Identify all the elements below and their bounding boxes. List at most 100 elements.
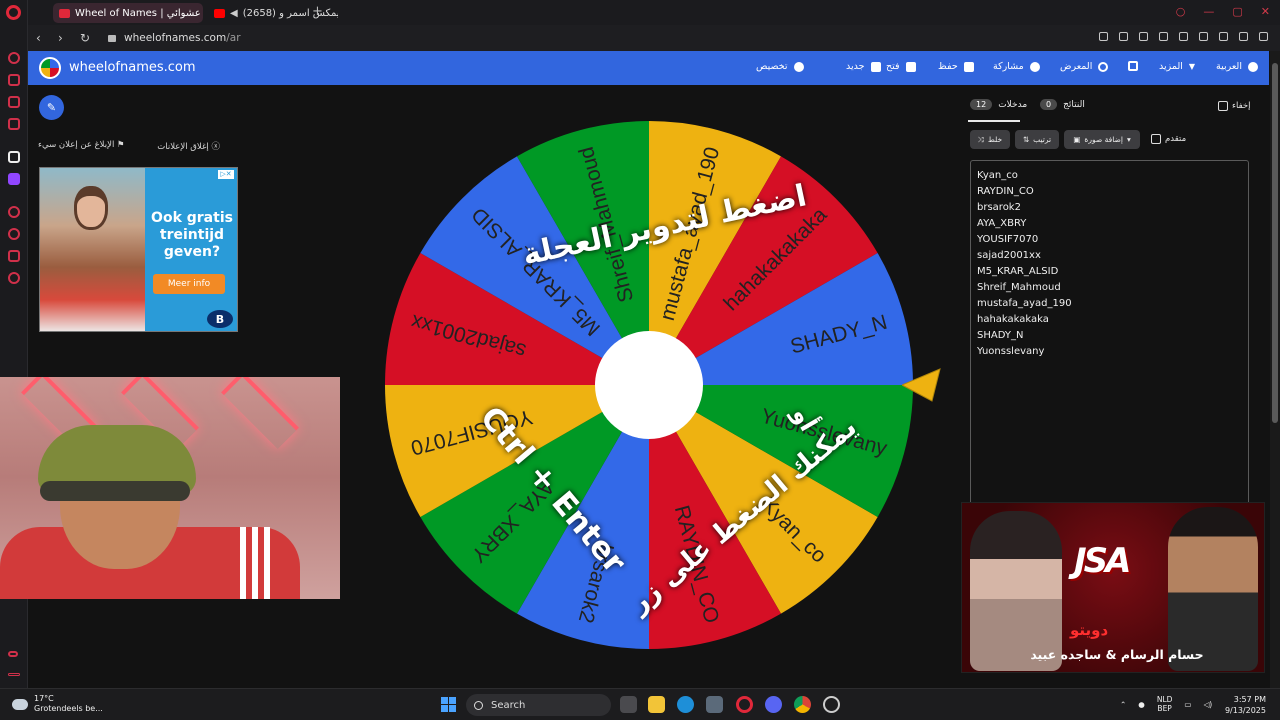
close-ads-link[interactable]: ⓧ إغلاق الإعلانات: [157, 140, 220, 152]
webcam-overlay: [0, 377, 340, 599]
wheel-center[interactable]: [595, 331, 703, 439]
entry-item[interactable]: hahakakakaka: [977, 312, 1242, 328]
store-icon[interactable]: [706, 696, 723, 713]
reload-icon[interactable]: ↻: [80, 31, 94, 45]
settings-icon[interactable]: [8, 272, 20, 284]
ad-info-icon[interactable]: ▷✕: [218, 170, 234, 179]
forward-icon[interactable]: ›: [58, 31, 72, 45]
file-explorer-icon[interactable]: [648, 696, 665, 713]
taskbar-search[interactable]: Search: [466, 694, 611, 716]
add-image-button[interactable]: ▾ إضافة صورة ▣: [1064, 130, 1140, 149]
start-button[interactable]: [441, 697, 456, 712]
tracker-icon[interactable]: [1139, 32, 1148, 41]
microphone-icon[interactable]: ●: [1138, 700, 1145, 709]
new-tab-button[interactable]: +: [312, 4, 323, 19]
entries-count-badge: 12: [970, 99, 993, 110]
entry-item[interactable]: brsarok2: [977, 200, 1242, 216]
entry-item[interactable]: SHADY_N: [977, 328, 1242, 344]
gallery-button[interactable]: المعرض: [1060, 61, 1109, 72]
tray-chevron-icon[interactable]: ⌃: [1120, 700, 1126, 709]
edit-button[interactable]: ✎: [39, 95, 64, 120]
messenger-icon[interactable]: [8, 96, 20, 108]
wheel[interactable]: Kyan_co RAYDIN_CO brsarok2 AYA_XBRY YOUSIF70…: [384, 120, 914, 650]
download-icon[interactable]: [1239, 32, 1248, 41]
share-button[interactable]: مشاركة: [993, 61, 1040, 72]
lock-icon[interactable]: [108, 34, 116, 42]
entry-item[interactable]: M5_KRAR_ALSID: [977, 264, 1242, 280]
maximize-icon[interactable]: ▢: [1232, 5, 1242, 18]
entry-item[interactable]: RAYDIN_CO: [977, 184, 1242, 200]
wheel-svg[interactable]: Kyan_coRAYDIN_CObrsarok2AYA_XBRYYOUSIF70…: [384, 120, 914, 650]
clock[interactable]: 3:57 PM 9/13/2025: [1225, 694, 1266, 716]
ad-more-info-button[interactable]: Meer info: [153, 274, 225, 294]
hide-checkbox[interactable]: [1218, 101, 1228, 111]
search-tabs-icon[interactable]: ○: [1176, 5, 1186, 18]
menu-icon[interactable]: [1259, 32, 1268, 41]
more-button[interactable]: ▼ المزيد: [1159, 61, 1195, 72]
task-view-icon[interactable]: [620, 696, 637, 713]
app-icon[interactable]: [823, 696, 840, 713]
opera-logo-icon[interactable]: [6, 5, 21, 20]
open-button[interactable]: فتح: [886, 61, 916, 72]
close-circle-icon: ⓧ: [208, 142, 220, 152]
player-icon[interactable]: [1159, 32, 1168, 41]
customize-button[interactable]: تخصيص: [756, 61, 804, 72]
edge-icon[interactable]: [677, 696, 694, 713]
gx-icon[interactable]: [8, 651, 18, 657]
url-field[interactable]: wheelofnames.com/ar: [108, 32, 241, 44]
minimize-icon[interactable]: —: [1203, 5, 1214, 18]
report-ad-link[interactable]: ⚑ الإبلاغ عن إعلان سيء: [38, 140, 125, 152]
entry-item[interactable]: Yuonsslevany: [977, 344, 1242, 360]
scrollbar-thumb[interactable]: [1272, 63, 1278, 423]
briefcase-icon[interactable]: [8, 74, 20, 86]
entry-item[interactable]: sajad2001xx: [977, 248, 1242, 264]
advanced-toggle[interactable]: متقدم: [1151, 134, 1186, 144]
discord-icon[interactable]: [765, 696, 782, 713]
speaker-icon[interactable]: ◀: [230, 8, 238, 19]
screenshot-icon[interactable]: [1119, 32, 1128, 41]
snapshot-icon[interactable]: [1099, 32, 1108, 41]
shuffle-button[interactable]: خلط ⤨: [970, 130, 1010, 149]
wallet-icon[interactable]: [1199, 32, 1208, 41]
network-icon[interactable]: ▭: [1184, 700, 1191, 709]
player-icon[interactable]: [8, 206, 20, 218]
back-icon[interactable]: ‹: [36, 31, 50, 45]
wheel-logo-icon[interactable]: [39, 57, 61, 79]
volume-icon[interactable]: ◁): [1204, 700, 1213, 709]
close-icon[interactable]: ✕: [1261, 5, 1270, 18]
profile-icon[interactable]: [1219, 32, 1228, 41]
entry-item[interactable]: Kyan_co: [977, 168, 1242, 184]
save-button[interactable]: حفظ: [938, 61, 974, 72]
entry-item[interactable]: AYA_XBRY: [977, 216, 1242, 232]
clock-icon[interactable]: [8, 228, 20, 240]
advanced-checkbox[interactable]: [1151, 134, 1161, 144]
cube-icon[interactable]: [8, 250, 20, 262]
ai-icon[interactable]: [8, 151, 20, 163]
site-name[interactable]: wheelofnames.com: [69, 60, 196, 75]
more-icon[interactable]: [8, 673, 20, 676]
input-language[interactable]: NLD BEP: [1157, 695, 1173, 713]
chrome-icon[interactable]: [794, 696, 811, 713]
history-icon[interactable]: [8, 52, 20, 64]
ad-banner[interactable]: Ook gratis treintijd geven? Meer info B …: [39, 167, 238, 332]
twitch-icon[interactable]: [8, 173, 20, 185]
hide-toggle[interactable]: إخفاء: [1218, 101, 1251, 111]
cloud-icon: [12, 698, 28, 710]
tab-entries[interactable]: مدخلات 12: [970, 99, 1027, 110]
heart-icon[interactable]: [1179, 32, 1188, 41]
opera-gx-icon[interactable]: [736, 696, 753, 713]
entry-item[interactable]: mustafa_ayad_190: [977, 296, 1242, 312]
tab-wheel-of-names[interactable]: Wheel of Names | عجلة عشوائي: [53, 3, 203, 23]
page-scrollbar[interactable]: [1270, 51, 1280, 688]
music-icon[interactable]: [8, 118, 20, 130]
new-button[interactable]: جديد: [846, 61, 881, 72]
search-icon: [1098, 61, 1109, 72]
results-tab-label: النتائج: [1063, 99, 1085, 110]
tab-results[interactable]: النتائج 0: [1040, 99, 1085, 110]
fullscreen-button[interactable]: [1128, 61, 1138, 71]
entry-item[interactable]: YOUSIF7070: [977, 232, 1242, 248]
entry-item[interactable]: Shreif_Mahmoud: [977, 280, 1242, 296]
sort-button[interactable]: ترتيب ⇅: [1015, 130, 1059, 149]
weather-widget[interactable]: 17°C Grotendeels be...: [12, 694, 103, 714]
language-button[interactable]: العربية: [1216, 61, 1258, 72]
